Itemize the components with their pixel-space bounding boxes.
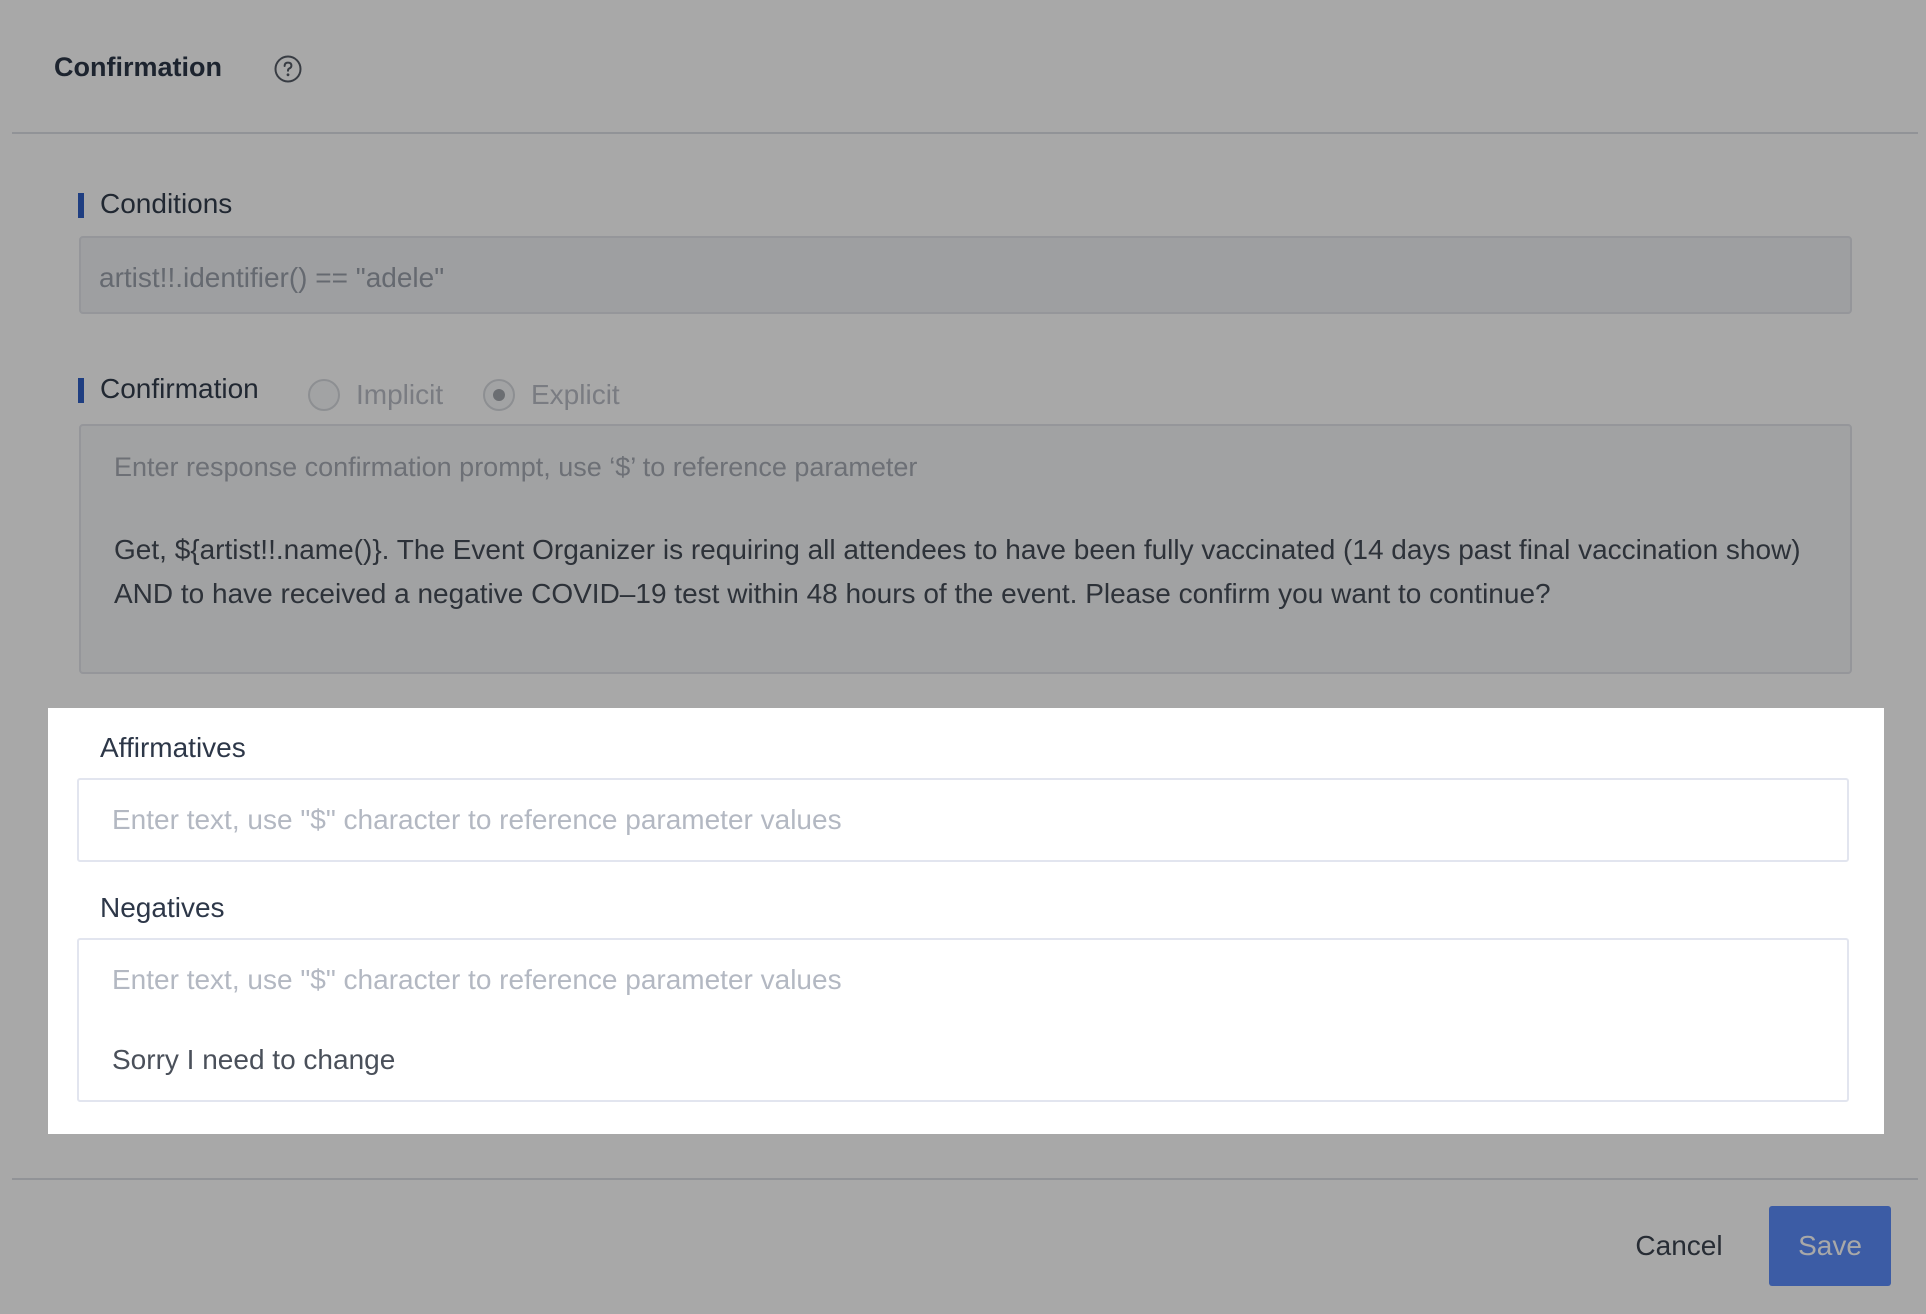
header-divider [12,132,1918,134]
footer-divider [12,1178,1918,1180]
confirmation-label: Confirmation [100,373,259,404]
radio-implicit[interactable]: Implicit [308,378,443,412]
prompt-placeholder: Enter response confirmation prompt, use … [114,452,918,482]
conditions-field: artist!!.identifier() == "adele" [79,236,1852,314]
negatives-placeholder: Enter text, use "$" character to referen… [112,964,842,995]
negatives-item: Sorry I need to change [112,1044,396,1075]
confirmation-editor: Confirmation Conditions artist!!.identif… [0,0,1926,1314]
question-circle-icon[interactable] [274,55,302,83]
radio-explicit-label: Explicit [531,379,620,410]
page-title: Confirmation [54,52,222,82]
affirmatives-label: Affirmatives [100,732,246,763]
section-accent-bar [78,193,84,218]
affirmatives-input[interactable]: Enter text, use "$" character to referen… [77,778,1849,862]
radio-explicit[interactable]: Explicit [483,378,620,412]
negatives-input[interactable]: Enter text, use "$" character to referen… [77,938,1849,1102]
conditions-label: Conditions [100,188,233,219]
header: Confirmation [0,0,1926,134]
affirmatives-placeholder: Enter text, use "$" character to referen… [112,804,842,835]
section-accent-bar [78,378,84,403]
highlighted-responses-panel: Affirmatives Enter text, use "$" charact… [48,708,1884,1134]
prompt-text: Get, ${artist!!.name()}. The Event Organ… [114,534,1801,609]
confirmation-prompt-field[interactable]: Enter response confirmation prompt, use … [79,424,1852,674]
radio-implicit-label: Implicit [356,379,444,410]
save-button[interactable]: Save [1769,1206,1891,1286]
radio-checked-icon [483,379,515,411]
negatives-label: Negatives [100,892,225,923]
cancel-button[interactable]: Cancel [1612,1208,1746,1284]
radio-circle-icon [308,379,340,411]
